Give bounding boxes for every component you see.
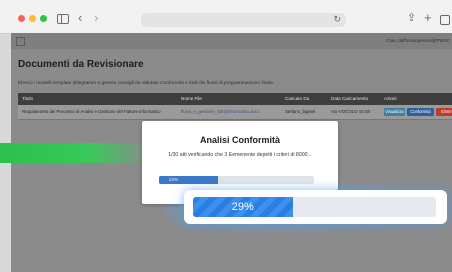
modal-status-text: 1/30 atti verificando che 3 Eemenente de… bbox=[168, 152, 312, 158]
forward-chevron-icon[interactable]: › bbox=[94, 11, 98, 25]
green-highlight-strip bbox=[0, 143, 150, 163]
progress-percent-label: 29% bbox=[231, 201, 254, 213]
delete-button[interactable]: Elimina bbox=[436, 108, 452, 116]
cell-title: Regolamento del Processo di Analisi e Ge… bbox=[22, 109, 161, 114]
cell-uploaded-by: Stefano_bigneli bbox=[285, 109, 316, 114]
plus-icon[interactable]: + bbox=[424, 11, 432, 25]
table-row: Regolamento del Processo di Analisi e Ge… bbox=[18, 105, 452, 120]
table-header: Titolo Nome File Caricato Da Data Carica… bbox=[18, 93, 452, 105]
modal-progress-fill: 22% bbox=[159, 176, 218, 184]
page-description: Elenco i modelli template (Elegramm e ge… bbox=[18, 81, 275, 86]
sidebar-icon[interactable] bbox=[57, 14, 69, 24]
conformity-button[interactable]: Conformità bbox=[407, 108, 434, 116]
menu-icon[interactable] bbox=[16, 37, 25, 46]
cell-date: AG-VOCOLO 10:48 bbox=[331, 109, 370, 114]
column-header-uploaded-by: Caricato Da bbox=[285, 96, 310, 101]
close-window-button[interactable] bbox=[18, 15, 25, 22]
modal-progress-track: 22% bbox=[159, 176, 314, 184]
address-bar[interactable]: ↻ bbox=[141, 13, 346, 27]
share-icon[interactable]: ⇪ bbox=[407, 11, 416, 25]
back-chevron-icon[interactable]: ‹ bbox=[78, 11, 82, 25]
cell-file-link[interactable]: flussi_e_gestione_fatt@informatico.docx bbox=[181, 109, 260, 114]
progress-track: 29% bbox=[193, 197, 436, 217]
reload-icon[interactable]: ↻ bbox=[333, 14, 341, 25]
column-header-title: Titolo bbox=[22, 96, 34, 101]
column-header-actions: Azioni bbox=[384, 96, 397, 101]
modal-progress-label: 22% bbox=[169, 177, 178, 182]
browser-toolbar: ‹ › ↻ ⇪ + bbox=[0, 0, 452, 34]
progress-card: 29% bbox=[184, 190, 447, 224]
minimize-window-button[interactable] bbox=[29, 15, 36, 22]
view-button[interactable]: Visualizza bbox=[384, 108, 405, 116]
progress-fill: 29% bbox=[193, 197, 293, 217]
modal-title: Analisi Conformità bbox=[199, 135, 280, 145]
user-label[interactable]: Ciao, daffonsouperiore@PWSC bbox=[386, 38, 450, 43]
page-title: Documenti da Revisionare bbox=[18, 59, 144, 70]
tabs-icon[interactable] bbox=[440, 15, 450, 25]
zoom-window-button[interactable] bbox=[40, 15, 47, 22]
column-header-date: Data Caricamento bbox=[331, 96, 369, 101]
column-header-file: Nome File bbox=[181, 96, 202, 101]
app-topbar: Ciao, daffonsouperiore@PWSC bbox=[11, 33, 452, 49]
